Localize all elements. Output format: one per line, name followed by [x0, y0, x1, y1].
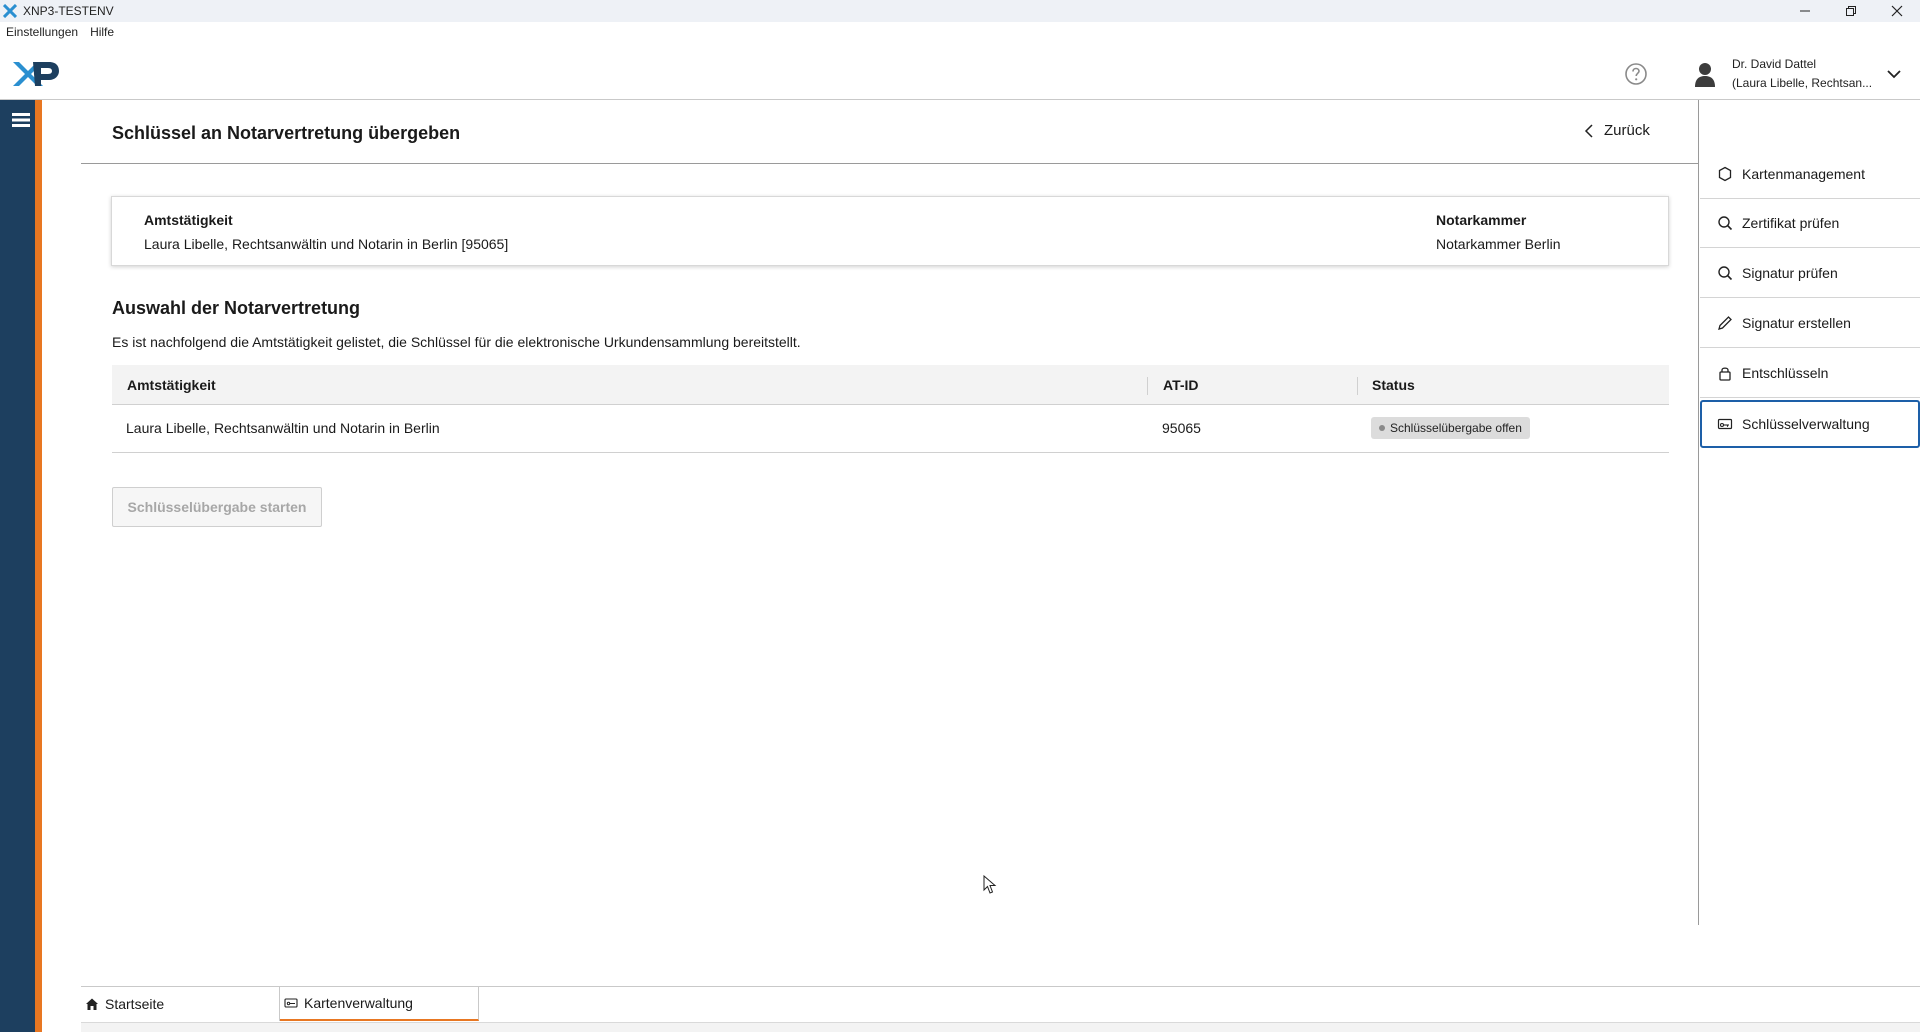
- user-icon[interactable]: [1694, 62, 1716, 88]
- restore-button[interactable]: [1828, 0, 1874, 22]
- sidebar-item-kartenmanagement[interactable]: Kartenmanagement: [1700, 150, 1920, 199]
- menu-hilfe[interactable]: Hilfe: [90, 25, 114, 39]
- page-title: Schlüssel an Notarvertretung übergeben: [112, 123, 461, 143]
- cell-at-id: 95065: [1162, 420, 1201, 436]
- tab-label: Startseite: [105, 996, 165, 1012]
- column-separator: [1357, 377, 1358, 395]
- status-dot-icon: [1379, 425, 1385, 431]
- home-icon: [86, 998, 98, 1010]
- key-card-icon: [1717, 418, 1733, 430]
- tab-startseite[interactable]: Startseite: [81, 987, 280, 1021]
- status-strip: [81, 1022, 1920, 1032]
- lock-icon: [1719, 367, 1731, 381]
- section-description: Es ist nachfolgend die Amtstätigkeit gel…: [112, 334, 801, 350]
- amt-label: Amtstätigkeit: [144, 212, 233, 228]
- card-icon: [284, 998, 298, 1008]
- kammer-label: Notarkammer: [1436, 212, 1527, 228]
- table-header: Amtstätigkeit AT-ID Status: [112, 365, 1669, 405]
- close-button[interactable]: [1874, 0, 1920, 22]
- sidebar-item-schluesselverwaltung[interactable]: Schlüsselverwaltung: [1700, 400, 1920, 448]
- sidebar-item-entschluesseln[interactable]: Entschlüsseln: [1700, 349, 1920, 398]
- back-label: Zurück: [1604, 122, 1650, 139]
- hamburger-menu-icon[interactable]: [12, 112, 30, 128]
- minimize-button[interactable]: [1782, 0, 1828, 22]
- window-title: XNP3-TESTENV: [23, 4, 114, 18]
- nav-accent-bar: [35, 100, 42, 1032]
- column-header-at-id[interactable]: AT-ID: [1163, 377, 1199, 393]
- window-title-bar: XNP3-TESTENV: [0, 0, 1920, 22]
- help-icon[interactable]: [1624, 62, 1648, 86]
- column-separator: [1147, 377, 1148, 395]
- section-title: Auswahl der Notarvertretung: [112, 298, 361, 318]
- table-row[interactable]: Laura Libelle, Rechtsanwältin und Notari…: [112, 405, 1669, 453]
- status-text: Schlüsselübergabe offen: [1390, 421, 1522, 435]
- cell-amtstaetigkeit: Laura Libelle, Rechtsanwältin und Notari…: [126, 420, 440, 436]
- tab-label: Kartenverwaltung: [304, 995, 413, 1011]
- kammer-value: Notarkammer Berlin: [1436, 236, 1561, 252]
- left-nav: [0, 100, 42, 1032]
- minimize-icon: [1800, 10, 1810, 12]
- status-badge: Schlüsselübergabe offen: [1371, 417, 1530, 439]
- circle-icon: [1718, 166, 1732, 182]
- mouse-cursor-icon: [983, 875, 997, 894]
- sidebar-item-signatur-pruefen[interactable]: Signatur prüfen: [1700, 249, 1920, 298]
- info-card: Amtstätigkeit Laura Libelle, Rechtsanwäl…: [111, 196, 1669, 266]
- user-office[interactable]: (Laura Libelle, Rechtsan...: [1732, 76, 1872, 90]
- search-icon: [1718, 216, 1733, 231]
- column-header-amtstaetigkeit[interactable]: Amtstätigkeit: [127, 377, 216, 393]
- tab-kartenverwaltung[interactable]: Kartenverwaltung: [280, 987, 479, 1021]
- sidebar-item-label: Signatur prüfen: [1742, 265, 1838, 281]
- app-header: Dr. David Dattel (Laura Libelle, Rechtsa…: [0, 42, 1920, 100]
- sidebar-item-label: Kartenmanagement: [1742, 166, 1865, 182]
- sidebar-item-signatur-erstellen[interactable]: Signatur erstellen: [1700, 299, 1920, 348]
- menu-einstellungen[interactable]: Einstellungen: [6, 25, 78, 39]
- restore-icon: [1846, 6, 1856, 16]
- chevron-down-icon[interactable]: [1886, 68, 1902, 80]
- pen-icon: [1718, 316, 1732, 330]
- sidebar-item-zertifikat-pruefen[interactable]: Zertifikat prüfen: [1700, 199, 1920, 248]
- user-name[interactable]: Dr. David Dattel: [1732, 57, 1816, 71]
- back-link[interactable]: Zurück: [1584, 122, 1650, 139]
- start-key-handover-button[interactable]: Schlüsselübergabe starten: [112, 487, 322, 527]
- app-icon: [3, 4, 17, 18]
- sidebar-item-label: Signatur erstellen: [1742, 315, 1851, 331]
- sidebar-item-label: Schlüsselverwaltung: [1742, 416, 1870, 432]
- search-icon: [1718, 266, 1733, 281]
- notarvertretung-table: Amtstätigkeit AT-ID Status Laura Libelle…: [112, 365, 1669, 453]
- close-icon: [1891, 5, 1903, 17]
- sidebar-item-label: Entschlüsseln: [1742, 365, 1829, 381]
- menu-bar: Einstellungen Hilfe: [0, 22, 1920, 42]
- chevron-left-icon: [1584, 123, 1593, 138]
- amt-value: Laura Libelle, Rechtsanwältin und Notari…: [144, 236, 509, 252]
- title-divider: [81, 163, 1698, 164]
- xp-logo[interactable]: [11, 60, 61, 88]
- column-header-status[interactable]: Status: [1372, 377, 1415, 393]
- bottom-tab-bar: Startseite Kartenverwaltung: [81, 986, 1920, 1022]
- sidebar-item-label: Zertifikat prüfen: [1742, 215, 1840, 231]
